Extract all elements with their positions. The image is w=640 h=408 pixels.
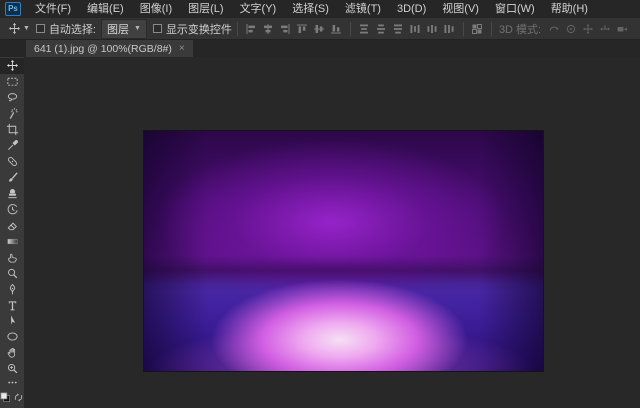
tool-history-brush[interactable] — [0, 201, 24, 217]
orbit-3d-icon[interactable] — [545, 21, 562, 37]
distribute-right-icon[interactable] — [441, 21, 458, 37]
photoshop-logo-icon: Ps — [5, 2, 21, 16]
tool-options-bar: ▼ 自动选择: 图层 ▼ 显示变换控件 3D 模式: — [0, 18, 640, 40]
move-tool-icon — [5, 22, 23, 35]
align-right-icon[interactable] — [277, 21, 294, 37]
menu-3d[interactable]: 3D(D) — [389, 0, 434, 18]
align-bottom-icon[interactable] — [328, 21, 345, 37]
menu-select[interactable]: 选择(S) — [284, 0, 337, 18]
tool-healing-brush[interactable] — [0, 154, 24, 170]
tab-close-icon[interactable]: × — [179, 43, 185, 54]
color-swatches-row — [0, 390, 24, 408]
tool-magic-wand[interactable] — [0, 106, 24, 122]
foreground-background-colors-icon[interactable] — [0, 390, 11, 408]
tool-type[interactable] — [0, 297, 24, 313]
document-tab-bar: 641 (1).jpg @ 100%(RGB/8#) × — [0, 40, 640, 57]
tool-gradient[interactable] — [0, 233, 24, 249]
distribute-center-icon[interactable] — [424, 21, 441, 37]
slide-3d-icon[interactable] — [596, 21, 613, 37]
tool-eraser[interactable] — [0, 217, 24, 233]
menu-window[interactable]: 窗口(W) — [487, 0, 543, 18]
tool-path-select[interactable] — [0, 313, 24, 329]
align-middle-v-icon[interactable] — [311, 21, 328, 37]
distribute-bottom-icon[interactable] — [390, 21, 407, 37]
chevron-down-icon: ▼ — [134, 25, 141, 32]
workspace — [0, 57, 640, 408]
menu-bar: Ps 文件(F) 编辑(E) 图像(I) 图层(L) 文字(Y) 选择(S) 滤… — [0, 0, 640, 18]
separator — [349, 21, 351, 36]
show-transform-checkbox[interactable] — [152, 24, 162, 33]
pan-3d-icon[interactable] — [579, 21, 596, 37]
canvas-pasteboard[interactable] — [24, 57, 640, 408]
tool-eyedropper[interactable] — [0, 138, 24, 154]
auto-select-value: 图层 — [107, 23, 129, 36]
distribute-middle-icon[interactable] — [373, 21, 390, 37]
menu-type[interactable]: 文字(Y) — [232, 0, 285, 18]
auto-select-label: 自动选择: — [48, 23, 96, 36]
tool-hand[interactable] — [0, 345, 24, 361]
tools-panel — [0, 57, 24, 408]
auto-select-dropdown[interactable]: 图层 ▼ — [101, 18, 147, 39]
menu-edit[interactable]: 编辑(E) — [79, 0, 132, 18]
document-tab-title: 641 (1).jpg @ 100%(RGB/8#) — [34, 42, 172, 55]
separator — [236, 21, 238, 36]
menu-image[interactable]: 图像(I) — [132, 0, 180, 18]
menu-filter[interactable]: 滤镜(T) — [337, 0, 389, 18]
3d-mode-label: 3D 模式: — [498, 23, 542, 36]
distribute-left-icon[interactable] — [407, 21, 424, 37]
align-top-icon[interactable] — [294, 21, 311, 37]
tool-marquee[interactable] — [0, 74, 24, 90]
tool-preset-chevron-icon[interactable]: ▼ — [23, 25, 30, 32]
menu-layer[interactable]: 图层(L) — [180, 0, 231, 18]
edit-toolbar-ellipsis-icon[interactable] — [0, 377, 24, 389]
document-tab[interactable]: 641 (1).jpg @ 100%(RGB/8#) × — [26, 40, 193, 57]
document-canvas-image[interactable] — [143, 130, 544, 372]
menu-file[interactable]: 文件(F) — [27, 0, 79, 18]
roll-3d-icon[interactable] — [562, 21, 579, 37]
separator — [490, 21, 492, 36]
tool-pen[interactable] — [0, 281, 24, 297]
align-center-h-icon[interactable] — [260, 21, 277, 37]
auto-align-icon[interactable] — [469, 21, 486, 37]
tool-smudge[interactable] — [0, 249, 24, 265]
menu-view[interactable]: 视图(V) — [434, 0, 487, 18]
tool-brush[interactable] — [0, 170, 24, 186]
dolly-3d-icon[interactable] — [613, 21, 630, 37]
tool-shape-ellipse[interactable] — [0, 329, 24, 345]
tool-lasso[interactable] — [0, 90, 24, 106]
tool-crop[interactable] — [0, 122, 24, 138]
tool-clone-stamp[interactable] — [0, 186, 24, 202]
align-left-icon[interactable] — [243, 21, 260, 37]
distribute-top-icon[interactable] — [356, 21, 373, 37]
tool-zoom[interactable] — [0, 361, 24, 377]
tool-move[interactable] — [0, 58, 24, 74]
auto-select-checkbox[interactable] — [35, 24, 45, 33]
separator — [462, 21, 464, 36]
tool-dodge[interactable] — [0, 265, 24, 281]
menu-help[interactable]: 帮助(H) — [543, 0, 596, 18]
show-transform-label: 显示变换控件 — [165, 23, 232, 36]
swap-colors-icon[interactable] — [13, 390, 24, 408]
